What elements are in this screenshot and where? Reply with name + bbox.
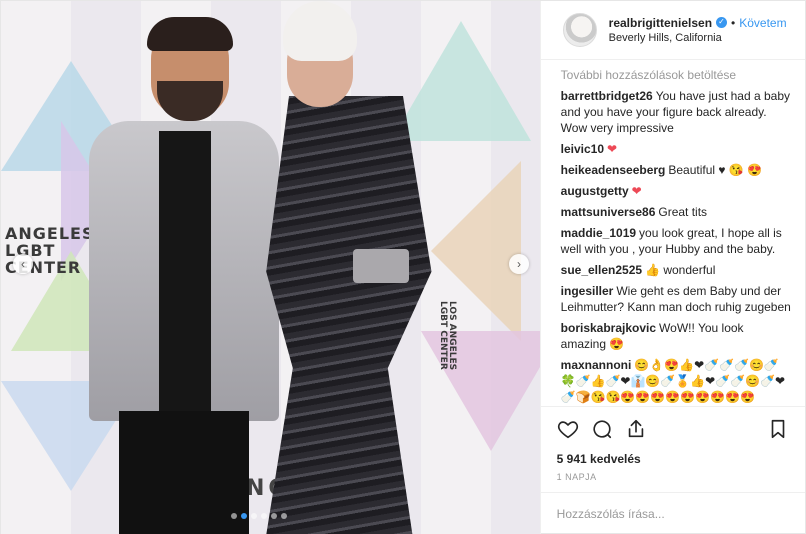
comment-text: Great tits (658, 205, 708, 220)
add-comment-bar (540, 491, 805, 534)
comment-icon (593, 420, 611, 438)
comment: leivic10 ❤ (561, 141, 791, 157)
comment: barrettbridget26 You have just had a baby… (561, 88, 791, 136)
carousel-dot (281, 513, 287, 519)
comments-list[interactable]: További hozzászólások betöltése barrettb… (541, 60, 805, 406)
carousel-indicator (231, 513, 287, 519)
likes-count[interactable]: 5 941 kedvelés (541, 450, 805, 472)
post-header: realbrigittenielsen ✓ • Követem Beverly … (540, 1, 805, 61)
woman-figure (241, 1, 451, 534)
post-actions (540, 406, 805, 450)
comment-username[interactable]: ingesiller (561, 284, 614, 298)
comment-text: ❤ (607, 142, 618, 157)
chevron-left-icon: ‹ (21, 257, 25, 271)
heart-icon (557, 420, 578, 438)
carousel-dot (241, 513, 247, 519)
clutch-bag (353, 249, 409, 283)
chevron-right-icon: › (517, 257, 521, 271)
comment-text: Beautiful ♥ 😘 😍 (668, 163, 763, 178)
share-icon (628, 419, 643, 437)
comment: maxnannoni 😊👌😍👍❤🍼🍼🍼😊🍼🍀🍼👍🍼❤👔😊🍼🏅👍❤🍼🍼😊🍼❤🍼🍞😘😘… (561, 357, 791, 405)
carousel-dot (231, 513, 237, 519)
bookmark-icon (771, 419, 785, 438)
carousel-dot (251, 513, 257, 519)
comment-username[interactable]: boriskabrajkovic (561, 321, 656, 335)
comment-username[interactable]: maddie_1019 (561, 226, 636, 240)
comment: augustgetty ❤ (561, 183, 791, 199)
comment: mattsuniverse86 Great tits (561, 204, 791, 220)
comment: sue_ellen2525 👍 wonderful (561, 262, 791, 278)
comment-username[interactable]: sue_ellen2525 (561, 263, 642, 277)
comment-username[interactable]: leivic10 (561, 142, 604, 156)
post-timestamp[interactable]: 1 NAPJA (541, 472, 805, 492)
load-more-comments-button[interactable]: További hozzászólások betöltése (561, 64, 791, 88)
avatar[interactable] (562, 13, 597, 48)
follow-button[interactable]: Követem (739, 15, 786, 31)
location-link[interactable]: Beverly Hills, California (609, 31, 787, 46)
carousel-next-button[interactable]: › (509, 254, 529, 274)
comment-username[interactable]: augustgetty (561, 184, 629, 198)
share-button[interactable] (625, 418, 647, 440)
comment-username[interactable]: maxnannoni (561, 358, 632, 372)
separator-dot: • (731, 15, 736, 30)
carousel-dot (271, 513, 277, 519)
carousel-dot (261, 513, 267, 519)
comment: maddie_1019 you look great, I hope all is… (561, 225, 791, 257)
comment-button[interactable] (591, 418, 613, 440)
comment: heikeadenseeberg Beautiful ♥ 😘 😍 (561, 162, 791, 178)
comment: boriskabrajkovic WoW!! You look amazing 😍 (561, 320, 791, 352)
comment-username[interactable]: heikeadenseeberg (561, 163, 666, 177)
verified-badge-icon: ✓ (716, 17, 728, 29)
post-sidebar: realbrigittenielsen ✓ • Követem Beverly … (539, 1, 805, 534)
comment-username[interactable]: mattsuniverse86 (561, 205, 656, 219)
comment-text: ❤ (631, 184, 642, 199)
post-photo[interactable]: ANGELES LGBT CENTER LOS ANGELES LGBT CEN… (1, 1, 540, 534)
like-button[interactable] (557, 418, 579, 440)
comment: ingesiller Wie geht es dem Baby und der L… (561, 283, 791, 315)
carousel-prev-button[interactable]: ‹ (13, 254, 33, 274)
add-comment-input[interactable] (556, 506, 789, 521)
comment-text: 👍 wonderful (645, 263, 716, 278)
save-button[interactable] (767, 418, 789, 440)
instagram-post: ANGELES LGBT CENTER LOS ANGELES LGBT CEN… (0, 0, 806, 534)
comment-username[interactable]: barrettbridget26 (561, 89, 653, 103)
username-link[interactable]: realbrigittenielsen (609, 15, 712, 31)
